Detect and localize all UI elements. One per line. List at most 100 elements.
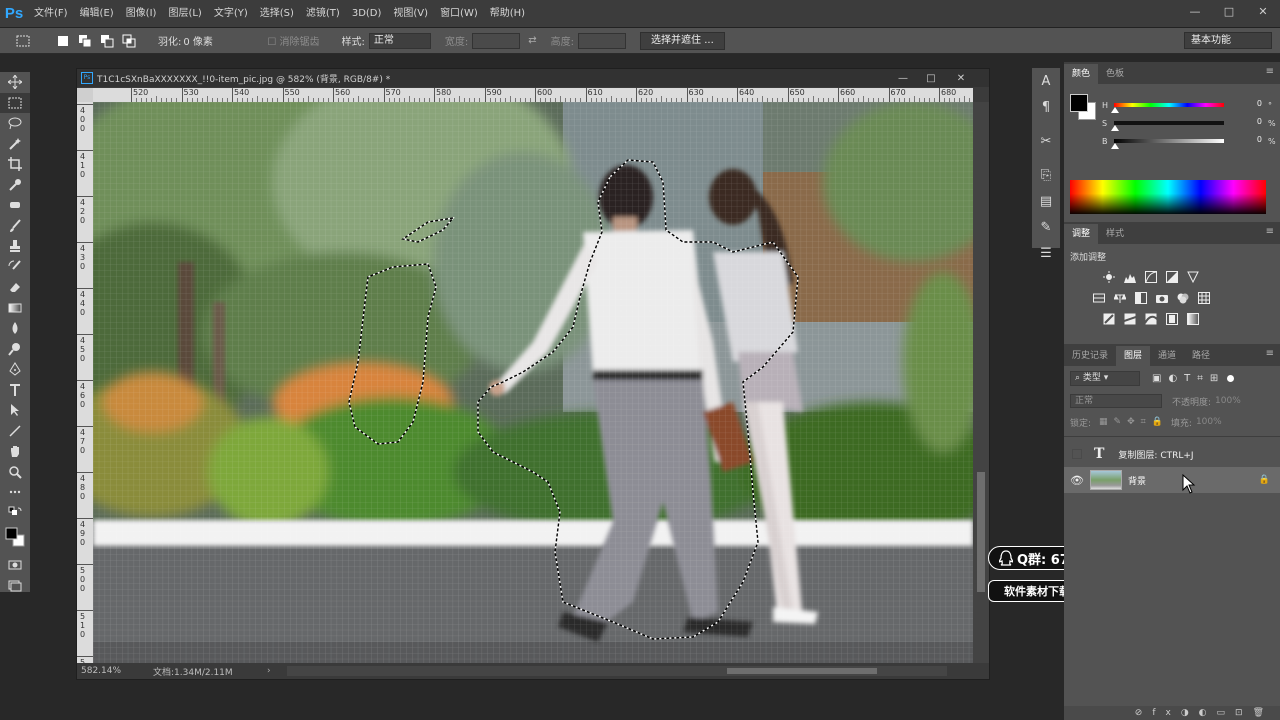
close-button[interactable]: ✕ [1246, 0, 1280, 22]
intersect-selection-icon[interactable] [120, 32, 138, 50]
minimize-button[interactable]: — [1178, 0, 1212, 22]
doc-restore-button[interactable]: □ [917, 69, 945, 87]
more-tools-icon[interactable] [0, 482, 30, 503]
horizontal-ruler[interactable]: 520 530 540 550 560 570 580 590 600 610 620 630 640 6… [93, 88, 973, 102]
brightness-contrast-icon[interactable] [1098, 268, 1119, 286]
brightness-value[interactable]: 0 [1238, 135, 1262, 147]
posterize-icon[interactable] [1119, 310, 1140, 328]
hand-tool-icon[interactable] [0, 441, 30, 462]
add-selection-icon[interactable] [76, 32, 94, 50]
layer-filter-icons[interactable]: ▣◐T⌗⊞ [1152, 373, 1225, 384]
hue-thumb-icon[interactable] [1111, 107, 1119, 113]
height-field[interactable] [578, 32, 627, 49]
channel-mixer-icon[interactable] [1172, 289, 1193, 307]
character-panel-icon[interactable]: A [1032, 68, 1060, 94]
tool-presets-icon[interactable]: ✂ [1032, 128, 1060, 154]
eraser-tool-icon[interactable] [0, 277, 30, 298]
lock-icons[interactable]: ▦✎✥⌗🔒 [1099, 417, 1169, 427]
menu-item[interactable]: 编辑(E) [74, 0, 120, 28]
vertical-scroll-thumb[interactable] [977, 472, 985, 592]
hue-saturation-icon[interactable] [1088, 289, 1109, 307]
stamp-tool-icon[interactable] [0, 236, 30, 257]
line-tool-icon[interactable] [0, 421, 30, 442]
tab-color[interactable]: 颜色 [1064, 64, 1099, 84]
menu-item[interactable]: 文件(F) [28, 0, 74, 28]
lock-icon[interactable]: 🔒 [1259, 475, 1270, 485]
filter-toggle-icon[interactable] [1227, 374, 1235, 382]
doc-minimize-button[interactable]: — [889, 69, 917, 87]
photo-filter-icon[interactable] [1151, 289, 1172, 307]
fill-value[interactable]: 100% [1196, 417, 1222, 427]
exposure-icon[interactable] [1161, 268, 1182, 286]
menu-item[interactable]: 视图(V) [387, 0, 434, 28]
antialias-checkbox[interactable]: ☐ 消除锯齿 [267, 33, 319, 48]
properties-icon[interactable]: ☰ [1032, 240, 1060, 266]
doc-close-button[interactable]: ✕ [947, 69, 975, 87]
black-white-icon[interactable] [1130, 289, 1151, 307]
eyedropper-icon[interactable] [0, 175, 30, 196]
status-menu-arrow[interactable]: › [267, 666, 271, 676]
default-colors-icon[interactable] [0, 503, 30, 524]
move-tool-icon[interactable] [0, 72, 30, 93]
brush-panel-icon[interactable]: ✎ [1032, 214, 1060, 240]
screen-mode-icon[interactable] [0, 576, 30, 597]
image-canvas[interactable] [93, 102, 973, 665]
tab-adjustments[interactable]: 调整 [1064, 224, 1099, 244]
lasso-tool-icon[interactable] [0, 113, 30, 134]
document-tab[interactable]: Ps T1C1cSXnBaXXXXXXX_!!0-item_pic.jpg @ … [77, 69, 989, 87]
hue-value[interactable]: 0 [1238, 99, 1262, 111]
vertical-scrollbar[interactable] [973, 102, 989, 665]
ruler-origin[interactable] [77, 88, 93, 102]
color-lookup-icon[interactable] [1193, 289, 1214, 307]
color-balance-icon[interactable] [1109, 289, 1130, 307]
brush-tool-icon[interactable] [0, 216, 30, 237]
restore-button[interactable]: □ [1212, 0, 1246, 22]
swap-icon[interactable]: ⇄ [528, 35, 536, 46]
color-panel-menu-icon[interactable]: ≡ [1266, 66, 1274, 77]
invert-icon[interactable] [1098, 310, 1119, 328]
quick-mask-icon[interactable] [0, 555, 30, 576]
marquee-tool-icon[interactable] [0, 92, 30, 113]
eye-icon[interactable]: 👁 [1070, 474, 1084, 487]
layer-kind-filter[interactable]: ⌕ 类型 ▾ [1070, 370, 1140, 386]
opacity-value[interactable]: 100% [1215, 396, 1241, 406]
layer-row-background[interactable]: 👁 背景 🔒 [1064, 467, 1280, 493]
gradient-tool-icon[interactable] [0, 298, 30, 319]
type-tool-icon[interactable] [0, 380, 30, 401]
dodge-tool-icon[interactable] [0, 339, 30, 360]
tab-history[interactable]: 历史记录 [1064, 346, 1116, 366]
brush-presets-icon[interactable]: ▤ [1032, 188, 1060, 214]
clone-source-icon[interactable]: ⎘ [1032, 162, 1060, 188]
brightness-slider[interactable] [1111, 139, 1224, 149]
horizontal-scroll-thumb[interactable] [727, 668, 877, 674]
history-brush-icon[interactable] [0, 257, 30, 278]
selective-color-icon[interactable] [1182, 310, 1203, 328]
foreground-background-swatch[interactable] [0, 523, 30, 551]
hue-slider[interactable] [1111, 103, 1224, 113]
menu-item[interactable]: 选择(S) [254, 0, 300, 28]
gradient-map-icon[interactable] [1161, 310, 1182, 328]
healing-brush-icon[interactable] [0, 195, 30, 216]
color-spectrum[interactable] [1070, 180, 1266, 214]
menu-item[interactable]: 图像(I) [120, 0, 163, 28]
marquee-preset-icon[interactable] [14, 32, 32, 50]
pen-tool-icon[interactable] [0, 359, 30, 380]
menu-item[interactable]: 滤镜(T) [300, 0, 346, 28]
menu-item[interactable]: 3D(D) [346, 0, 388, 28]
workspace-switcher[interactable]: 基本功能 [1184, 32, 1272, 49]
paragraph-panel-icon[interactable]: ¶ [1032, 94, 1060, 120]
curves-icon[interactable] [1140, 268, 1161, 286]
blend-mode-select[interactable]: 正常 [1070, 394, 1162, 408]
levels-icon[interactable] [1119, 268, 1140, 286]
visibility-toggle-off[interactable] [1072, 449, 1082, 459]
menu-item[interactable]: 帮助(H) [484, 0, 531, 28]
threshold-icon[interactable] [1140, 310, 1161, 328]
feather-field[interactable]: 0 像素 [183, 33, 253, 48]
crop-tool-icon[interactable] [0, 154, 30, 175]
brightness-thumb-icon[interactable] [1111, 143, 1119, 149]
layers-panel-menu-icon[interactable]: ≡ [1266, 348, 1274, 359]
subtract-selection-icon[interactable] [98, 32, 116, 50]
tab-layers[interactable]: 图层 [1116, 346, 1151, 366]
vibrance-icon[interactable] [1182, 268, 1203, 286]
vertical-ruler[interactable]: 4 0 0 4 1 0 4 2 0 4 3 0 4 4 0 4 5 0 4 6 0 4 7 0… [77, 102, 93, 664]
